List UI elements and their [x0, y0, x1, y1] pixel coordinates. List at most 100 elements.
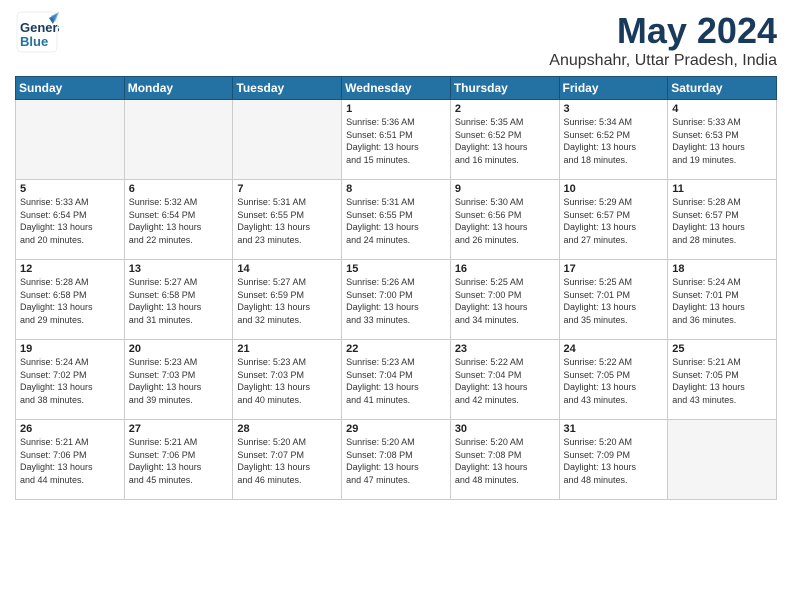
day-info: Sunrise: 5:21 AM Sunset: 7:05 PM Dayligh… [672, 356, 772, 406]
day-number: 17 [564, 263, 664, 275]
day-info: Sunrise: 5:32 AM Sunset: 6:54 PM Dayligh… [129, 196, 229, 246]
day-info: Sunrise: 5:25 AM Sunset: 7:01 PM Dayligh… [564, 276, 664, 326]
week-row: 5Sunrise: 5:33 AM Sunset: 6:54 PM Daylig… [16, 180, 777, 260]
day-number: 23 [455, 343, 555, 355]
calendar-cell: 9Sunrise: 5:30 AM Sunset: 6:56 PM Daylig… [450, 180, 559, 260]
calendar-cell: 26Sunrise: 5:21 AM Sunset: 7:06 PM Dayli… [16, 420, 125, 500]
day-info: Sunrise: 5:33 AM Sunset: 6:54 PM Dayligh… [20, 196, 120, 246]
calendar-cell: 24Sunrise: 5:22 AM Sunset: 7:05 PM Dayli… [559, 340, 668, 420]
day-number: 21 [237, 343, 337, 355]
day-number: 18 [672, 263, 772, 275]
calendar-cell: 10Sunrise: 5:29 AM Sunset: 6:57 PM Dayli… [559, 180, 668, 260]
day-number: 14 [237, 263, 337, 275]
title-block: May 2024 Anupshahr, Uttar Pradesh, India [549, 10, 777, 70]
title-month: May 2024 [549, 10, 777, 52]
calendar-cell: 6Sunrise: 5:32 AM Sunset: 6:54 PM Daylig… [124, 180, 233, 260]
dow-header: Friday [559, 77, 668, 100]
calendar-cell: 5Sunrise: 5:33 AM Sunset: 6:54 PM Daylig… [16, 180, 125, 260]
day-number: 30 [455, 423, 555, 435]
calendar-cell [16, 100, 125, 180]
day-number: 2 [455, 103, 555, 115]
calendar-cell: 7Sunrise: 5:31 AM Sunset: 6:55 PM Daylig… [233, 180, 342, 260]
day-number: 31 [564, 423, 664, 435]
day-info: Sunrise: 5:33 AM Sunset: 6:53 PM Dayligh… [672, 116, 772, 166]
calendar-cell: 21Sunrise: 5:23 AM Sunset: 7:03 PM Dayli… [233, 340, 342, 420]
day-info: Sunrise: 5:23 AM Sunset: 7:03 PM Dayligh… [237, 356, 337, 406]
day-info: Sunrise: 5:20 AM Sunset: 7:08 PM Dayligh… [346, 436, 446, 486]
svg-text:Blue: Blue [20, 34, 48, 49]
calendar-cell: 29Sunrise: 5:20 AM Sunset: 7:08 PM Dayli… [342, 420, 451, 500]
dow-header: Sunday [16, 77, 125, 100]
calendar-cell: 4Sunrise: 5:33 AM Sunset: 6:53 PM Daylig… [668, 100, 777, 180]
day-info: Sunrise: 5:28 AM Sunset: 6:57 PM Dayligh… [672, 196, 772, 246]
day-number: 6 [129, 183, 229, 195]
dow-header: Thursday [450, 77, 559, 100]
calendar-cell: 8Sunrise: 5:31 AM Sunset: 6:55 PM Daylig… [342, 180, 451, 260]
day-info: Sunrise: 5:20 AM Sunset: 7:09 PM Dayligh… [564, 436, 664, 486]
dow-header: Wednesday [342, 77, 451, 100]
calendar-cell: 15Sunrise: 5:26 AM Sunset: 7:00 PM Dayli… [342, 260, 451, 340]
day-info: Sunrise: 5:24 AM Sunset: 7:02 PM Dayligh… [20, 356, 120, 406]
day-number: 1 [346, 103, 446, 115]
day-info: Sunrise: 5:20 AM Sunset: 7:08 PM Dayligh… [455, 436, 555, 486]
calendar-cell: 2Sunrise: 5:35 AM Sunset: 6:52 PM Daylig… [450, 100, 559, 180]
logo-icon: General Blue [15, 10, 59, 54]
calendar-cell: 28Sunrise: 5:20 AM Sunset: 7:07 PM Dayli… [233, 420, 342, 500]
day-number: 4 [672, 103, 772, 115]
logo: General Blue [15, 10, 59, 54]
day-info: Sunrise: 5:20 AM Sunset: 7:07 PM Dayligh… [237, 436, 337, 486]
day-info: Sunrise: 5:27 AM Sunset: 6:59 PM Dayligh… [237, 276, 337, 326]
day-number: 3 [564, 103, 664, 115]
calendar-cell: 16Sunrise: 5:25 AM Sunset: 7:00 PM Dayli… [450, 260, 559, 340]
day-number: 19 [20, 343, 120, 355]
day-number: 28 [237, 423, 337, 435]
day-info: Sunrise: 5:24 AM Sunset: 7:01 PM Dayligh… [672, 276, 772, 326]
day-info: Sunrise: 5:29 AM Sunset: 6:57 PM Dayligh… [564, 196, 664, 246]
day-info: Sunrise: 5:23 AM Sunset: 7:04 PM Dayligh… [346, 356, 446, 406]
day-number: 16 [455, 263, 555, 275]
day-info: Sunrise: 5:21 AM Sunset: 7:06 PM Dayligh… [129, 436, 229, 486]
day-info: Sunrise: 5:22 AM Sunset: 7:04 PM Dayligh… [455, 356, 555, 406]
calendar-cell: 3Sunrise: 5:34 AM Sunset: 6:52 PM Daylig… [559, 100, 668, 180]
day-number: 22 [346, 343, 446, 355]
day-info: Sunrise: 5:21 AM Sunset: 7:06 PM Dayligh… [20, 436, 120, 486]
day-number: 13 [129, 263, 229, 275]
calendar-cell: 19Sunrise: 5:24 AM Sunset: 7:02 PM Dayli… [16, 340, 125, 420]
week-row: 19Sunrise: 5:24 AM Sunset: 7:02 PM Dayli… [16, 340, 777, 420]
dow-header: Tuesday [233, 77, 342, 100]
day-info: Sunrise: 5:31 AM Sunset: 6:55 PM Dayligh… [237, 196, 337, 246]
calendar-cell: 18Sunrise: 5:24 AM Sunset: 7:01 PM Dayli… [668, 260, 777, 340]
day-number: 10 [564, 183, 664, 195]
calendar-cell [233, 100, 342, 180]
calendar-cell: 20Sunrise: 5:23 AM Sunset: 7:03 PM Dayli… [124, 340, 233, 420]
day-number: 7 [237, 183, 337, 195]
week-row: 12Sunrise: 5:28 AM Sunset: 6:58 PM Dayli… [16, 260, 777, 340]
day-number: 27 [129, 423, 229, 435]
calendar-cell: 22Sunrise: 5:23 AM Sunset: 7:04 PM Dayli… [342, 340, 451, 420]
day-number: 20 [129, 343, 229, 355]
page: General Blue May 2024 Anupshahr, Uttar P… [0, 0, 792, 612]
calendar-cell: 14Sunrise: 5:27 AM Sunset: 6:59 PM Dayli… [233, 260, 342, 340]
day-info: Sunrise: 5:34 AM Sunset: 6:52 PM Dayligh… [564, 116, 664, 166]
day-number: 24 [564, 343, 664, 355]
calendar-table: SundayMondayTuesdayWednesdayThursdayFrid… [15, 76, 777, 500]
dow-header: Saturday [668, 77, 777, 100]
week-row: 26Sunrise: 5:21 AM Sunset: 7:06 PM Dayli… [16, 420, 777, 500]
day-number: 12 [20, 263, 120, 275]
day-info: Sunrise: 5:31 AM Sunset: 6:55 PM Dayligh… [346, 196, 446, 246]
calendar-cell: 25Sunrise: 5:21 AM Sunset: 7:05 PM Dayli… [668, 340, 777, 420]
calendar-cell [124, 100, 233, 180]
day-info: Sunrise: 5:26 AM Sunset: 7:00 PM Dayligh… [346, 276, 446, 326]
day-info: Sunrise: 5:25 AM Sunset: 7:00 PM Dayligh… [455, 276, 555, 326]
day-info: Sunrise: 5:28 AM Sunset: 6:58 PM Dayligh… [20, 276, 120, 326]
day-number: 29 [346, 423, 446, 435]
day-number: 9 [455, 183, 555, 195]
day-info: Sunrise: 5:35 AM Sunset: 6:52 PM Dayligh… [455, 116, 555, 166]
day-number: 15 [346, 263, 446, 275]
calendar-cell [668, 420, 777, 500]
calendar-cell: 13Sunrise: 5:27 AM Sunset: 6:58 PM Dayli… [124, 260, 233, 340]
day-info: Sunrise: 5:36 AM Sunset: 6:51 PM Dayligh… [346, 116, 446, 166]
calendar-cell: 27Sunrise: 5:21 AM Sunset: 7:06 PM Dayli… [124, 420, 233, 500]
calendar-cell: 30Sunrise: 5:20 AM Sunset: 7:08 PM Dayli… [450, 420, 559, 500]
calendar-cell: 11Sunrise: 5:28 AM Sunset: 6:57 PM Dayli… [668, 180, 777, 260]
